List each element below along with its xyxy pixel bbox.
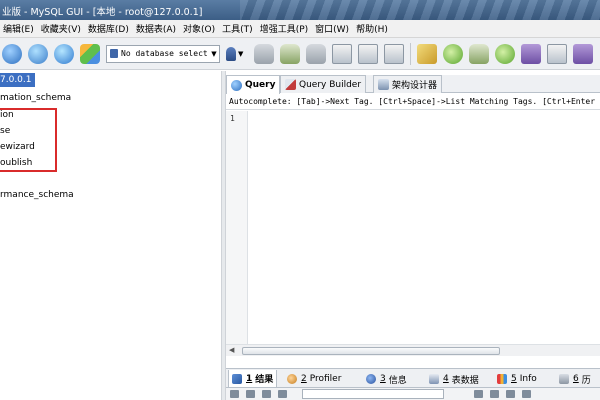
schema-sync-icon[interactable] — [80, 43, 100, 64]
prev-page-icon[interactable] — [490, 390, 499, 398]
database-select-value: No database select — [121, 49, 208, 58]
horizontal-scrollbar[interactable]: ◀ — [226, 344, 600, 356]
tab-number: 1 — [246, 373, 253, 384]
scrollbar-thumb[interactable] — [242, 347, 500, 355]
profiler-icon — [287, 374, 297, 384]
tab-label: Query — [245, 80, 276, 90]
next-page-icon[interactable] — [506, 390, 515, 398]
query-builder-icon[interactable] — [521, 43, 541, 64]
tab-number: 4 — [443, 374, 449, 384]
menu-tools[interactable]: 工具(T) — [219, 22, 257, 35]
new-connection-icon[interactable] — [28, 43, 48, 64]
tab-label: Profiler — [309, 374, 342, 384]
result-tab-strip: 1 结果 2 Profiler 3 信息 4 表数据 5 Info 6 历 — [226, 368, 600, 388]
tab-profiler[interactable]: 2 Profiler — [284, 370, 344, 388]
menu-power-tools[interactable]: 增强工具(P) — [257, 22, 312, 35]
table-data-icon[interactable] — [358, 43, 378, 64]
info-tab-icon — [497, 374, 507, 384]
tab-query-builder[interactable]: Query Builder — [280, 75, 367, 93]
text-view-icon[interactable] — [246, 390, 255, 398]
tab-number: 2 — [301, 374, 307, 384]
chevron-down-icon: ▼ — [238, 49, 244, 58]
tab-schema-designer[interactable]: 架构设计器 — [373, 75, 443, 93]
tab-results[interactable]: 1 结果 — [228, 370, 278, 388]
toolbar: No database select ▼ ▼ — [0, 38, 600, 70]
copy-table-icon[interactable] — [384, 43, 404, 64]
import-icon[interactable] — [443, 43, 463, 64]
query-editor[interactable]: 1 — [226, 111, 600, 344]
menu-object[interactable]: 对象(O) — [180, 22, 219, 35]
menu-help[interactable]: 帮助(H) — [353, 22, 392, 35]
tab-messages[interactable]: 3 信息 — [363, 370, 410, 388]
refresh-icon[interactable] — [54, 43, 74, 64]
tab-label: Info — [519, 374, 537, 384]
chevron-down-icon: ▼ — [211, 49, 217, 58]
tab-query[interactable]: Query — [226, 75, 281, 94]
annotation-highlight-box — [0, 108, 57, 172]
tree-item[interactable]: rmance_schema — [0, 188, 74, 202]
backup-database-icon[interactable] — [280, 43, 300, 64]
result-toolbar — [226, 388, 600, 400]
object-browser: 7.0.0.1 mation_schema ion se ewizard oub… — [0, 71, 221, 400]
menu-table[interactable]: 数据表(A) — [133, 22, 180, 35]
table-icon[interactable] — [332, 43, 352, 64]
tab-label: 信息 — [388, 375, 407, 386]
menu-favorites[interactable]: 收藏夹(V) — [38, 22, 85, 35]
database-icon[interactable] — [254, 43, 274, 64]
menu-database[interactable]: 数据库(D) — [85, 22, 133, 35]
tab-history[interactable]: 6 历 — [556, 370, 594, 388]
tab-label: 表数据 — [451, 375, 479, 386]
tab-label: 架构设计器 — [392, 81, 438, 91]
menu-edit[interactable]: 编辑(E) — [0, 22, 38, 35]
user-icon — [226, 46, 236, 61]
tab-label: 结果 — [255, 375, 274, 385]
tree-root-connection[interactable]: 7.0.0.1 — [0, 73, 35, 87]
connect-icon[interactable] — [2, 43, 22, 64]
form-view-icon[interactable] — [262, 390, 271, 398]
tab-number: 5 — [511, 374, 517, 384]
database-select[interactable]: No database select ▼ — [106, 44, 220, 63]
title-bar: 业版 - MySQL GUI - [本地 - root@127.0.0.1] — [0, 0, 600, 20]
scroll-left-icon[interactable]: ◀ — [229, 346, 234, 354]
history-icon — [559, 374, 569, 384]
editor-spacer — [226, 356, 600, 368]
editor-tab-strip: Query Query Builder 架构设计器 — [226, 75, 600, 94]
query-builder-icon — [285, 79, 296, 90]
tree-item[interactable]: mation_schema — [0, 91, 71, 105]
line-number: 1 — [230, 114, 235, 123]
grid-view-icon[interactable] — [230, 390, 239, 398]
tab-label: 历 — [581, 375, 591, 386]
table-data-icon — [429, 374, 439, 384]
report-icon[interactable] — [547, 43, 567, 64]
first-page-icon[interactable] — [474, 390, 483, 398]
tab-table-data[interactable]: 4 表数据 — [426, 370, 482, 388]
user-manager-button[interactable]: ▼ — [226, 44, 248, 64]
results-icon — [232, 373, 242, 384]
toolbar-separator — [410, 42, 411, 65]
menu-bar: 编辑(E) 收藏夹(V) 数据库(D) 数据表(A) 对象(O) 工具(T) 增… — [0, 20, 600, 38]
export-result-icon[interactable] — [278, 390, 287, 398]
window-title: 业版 - MySQL GUI - [本地 - root@127.0.0.1] — [2, 7, 203, 18]
line-number-gutter: 1 — [226, 111, 248, 344]
info-icon — [366, 374, 376, 384]
menu-window[interactable]: 窗口(W) — [312, 22, 353, 35]
export-icon[interactable] — [495, 43, 515, 64]
edit-icon[interactable] — [417, 43, 437, 64]
schema-designer-icon — [378, 79, 389, 90]
last-page-icon[interactable] — [522, 390, 531, 398]
restore-database-icon[interactable] — [306, 43, 326, 64]
schema-icon[interactable] — [469, 43, 489, 64]
tab-number: 3 — [380, 374, 386, 384]
result-filter-input[interactable] — [302, 389, 444, 399]
title-bar-decoration — [240, 0, 600, 20]
scheduler-icon[interactable] — [573, 43, 593, 64]
tab-label: Query Builder — [299, 79, 362, 90]
database-icon — [110, 49, 118, 58]
tab-number: 6 — [573, 374, 579, 384]
tab-info[interactable]: 5 Info — [494, 370, 540, 388]
query-icon — [231, 79, 242, 91]
autocomplete-hint: Autocomplete: [Tab]->Next Tag. [Ctrl+Spa… — [226, 94, 600, 110]
